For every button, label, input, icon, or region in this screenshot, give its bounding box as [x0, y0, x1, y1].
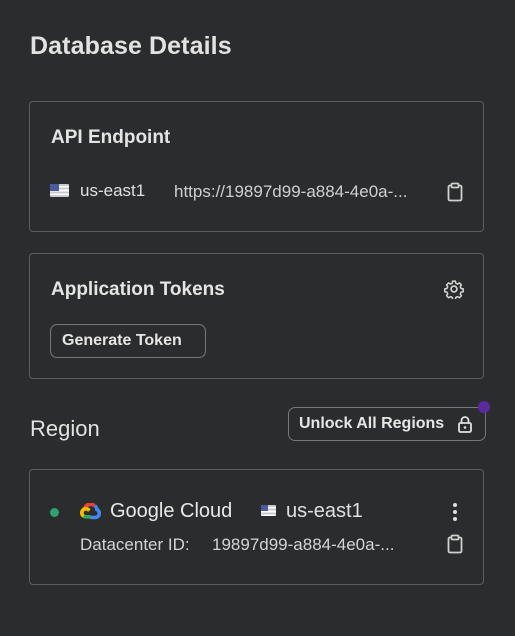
application-tokens-card: Application Tokens Generate Token	[29, 253, 484, 379]
us-flag-icon	[50, 184, 69, 197]
kebab-menu-icon[interactable]	[444, 501, 466, 523]
generate-token-label: Generate Token	[62, 332, 182, 349]
region-code: us-east1	[286, 500, 363, 522]
status-dot	[50, 508, 59, 517]
google-cloud-icon	[80, 502, 102, 525]
page-title: Database Details	[30, 32, 232, 60]
database-details-page: Database Details API Endpoint us-east1 h…	[0, 0, 515, 636]
datacenter-id-label: Datacenter ID:	[80, 535, 190, 554]
application-tokens-title: Application Tokens	[51, 279, 225, 300]
unlock-all-regions-button[interactable]: Unlock All Regions	[288, 407, 486, 441]
region-card	[29, 469, 484, 585]
lock-icon	[457, 415, 473, 438]
unlock-all-regions-label: Unlock All Regions	[299, 415, 445, 432]
api-endpoint-title: API Endpoint	[51, 127, 171, 148]
datacenter-id-value[interactable]: 19897d99-a884-4e0a-...	[212, 535, 427, 555]
provider-name: Google Cloud	[110, 500, 233, 522]
notification-dot	[478, 401, 490, 413]
generate-token-button[interactable]: Generate Token	[50, 324, 206, 358]
clipboard-icon[interactable]	[444, 533, 466, 555]
endpoint-url[interactable]: https://19897d99-a884-4e0a-...	[174, 182, 432, 202]
endpoint-region: us-east1	[80, 181, 146, 200]
us-flag-icon	[261, 505, 276, 516]
clipboard-icon[interactable]	[444, 181, 466, 203]
api-endpoint-card: API Endpoint us-east1 https://19897d99-a…	[29, 101, 484, 232]
gear-icon[interactable]	[443, 278, 465, 300]
region-section-title: Region	[30, 416, 100, 441]
